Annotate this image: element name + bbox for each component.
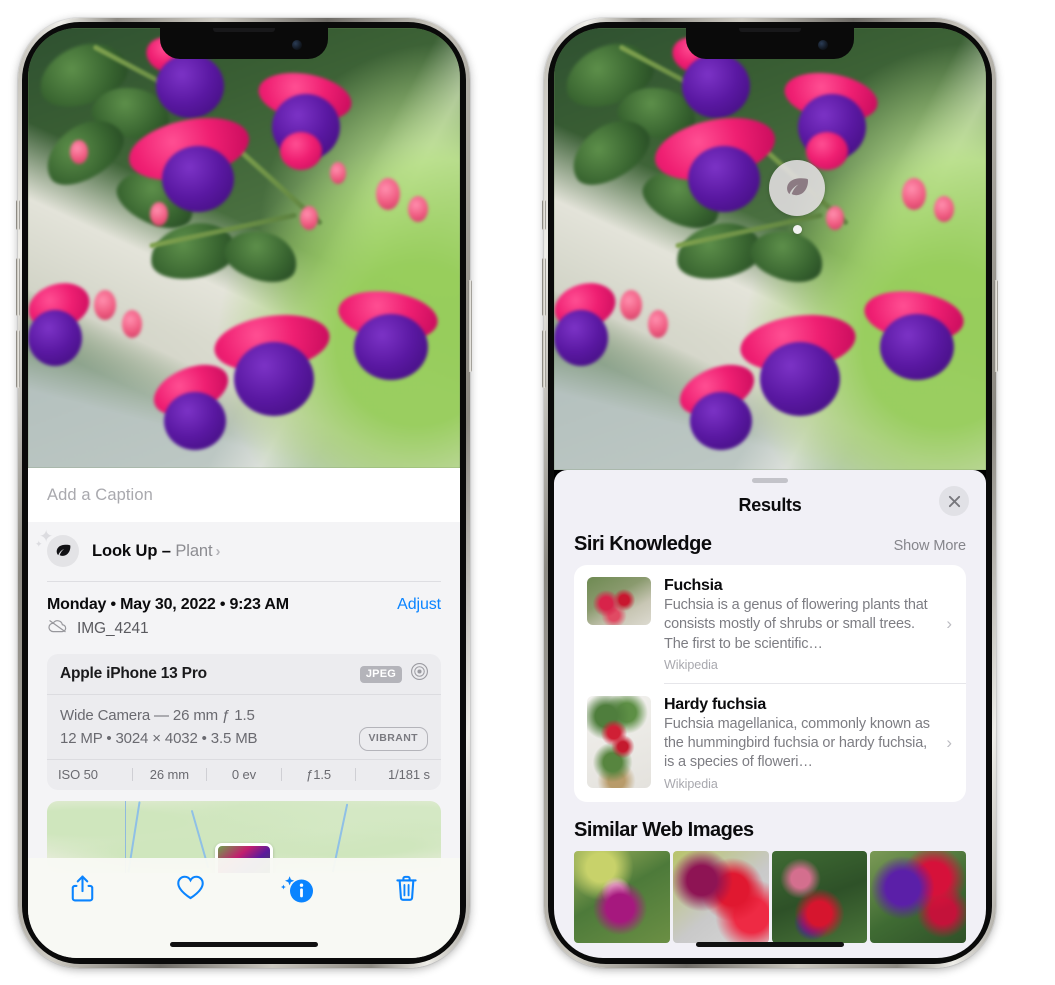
siri-knowledge-card: Fuchsia Fuchsia is a genus of flowering … xyxy=(574,565,966,802)
notch-left xyxy=(160,28,328,59)
trash-icon xyxy=(395,875,417,901)
camera-lens-line: Wide Camera — 26 mm ƒ 1.5 xyxy=(60,707,255,724)
knowledge-item-hardy-fuchsia[interactable]: Hardy fuchsia Fuchsia magellanica, commo… xyxy=(574,684,966,802)
chevron-right-icon: › xyxy=(946,613,952,633)
volume-up-button-left[interactable] xyxy=(16,258,20,316)
knowledge-body: Fuchsia Fuchsia is a genus of flowering … xyxy=(664,577,953,672)
visual-lookup-leaf-badge[interactable] xyxy=(769,160,825,234)
knowledge-description: Fuchsia magellanica, commonly known as t… xyxy=(664,715,930,771)
front-camera-left xyxy=(292,40,302,50)
knowledge-body: Hardy fuchsia Fuchsia magellanica, commo… xyxy=(664,696,953,791)
camera-specs-row: 12 MP • 3024 × 4032 • 3.5 MB VIBRANT xyxy=(60,727,428,751)
knowledge-title: Hardy fuchsia xyxy=(664,695,766,713)
look-up-row[interactable]: ✦ ✦ Look Up – Plant › xyxy=(28,522,460,581)
exif-exposure-value: 0 ev xyxy=(231,766,257,782)
fuchsia-web-image-2[interactable] xyxy=(672,850,769,943)
delete-button[interactable] xyxy=(352,874,460,903)
notch-right xyxy=(686,28,854,59)
date-row: Monday • May 30, 2022 • 9:23 AM Adjust xyxy=(28,582,460,617)
screen-right: Results Siri Knowledge Show More Fuchsia… xyxy=(554,28,986,958)
knowledge-title: Fuchsia xyxy=(664,577,723,594)
photo-info-sheet: Add a Caption ✦ ✦ Look Up – Plant › Mond… xyxy=(28,468,460,958)
exif-row: ISO 50 26 mm 0 ev ƒ1.5 1/181 s xyxy=(47,758,441,790)
knowledge-item-fuchsia[interactable]: Fuchsia Fuchsia is a genus of flowering … xyxy=(574,565,966,683)
chevron-right-icon: › xyxy=(946,732,952,752)
results-header: Results xyxy=(554,483,986,527)
close-button[interactable] xyxy=(939,486,969,516)
siri-knowledge-header: Siri Knowledge Show More xyxy=(554,527,986,565)
similar-web-images-header: Similar Web Images xyxy=(554,802,986,851)
camera-header-right: JPEG xyxy=(359,662,429,686)
close-icon xyxy=(948,495,960,507)
lookup-anchor-dot xyxy=(792,225,802,234)
look-up-label: Look Up – Plant › xyxy=(92,542,220,561)
look-up-icon-group: ✦ ✦ xyxy=(35,528,79,567)
exif-iso: ISO 50 xyxy=(58,766,98,782)
show-more-button[interactable]: Show More xyxy=(894,538,967,554)
cloud-slash-icon xyxy=(47,618,68,639)
caption-input[interactable]: Add a Caption xyxy=(47,486,441,505)
fuchsia-web-image-4[interactable] xyxy=(870,850,966,943)
leaf-icon xyxy=(47,535,79,567)
look-up-subject: Plant xyxy=(175,541,213,560)
earpiece-speaker-right xyxy=(739,28,801,32)
similar-web-images-strip[interactable] xyxy=(554,850,986,943)
sparkle-small-icon: ✦ xyxy=(35,539,43,549)
heart-icon xyxy=(176,875,204,900)
photo-viewer-left[interactable] xyxy=(28,28,460,468)
share-button[interactable] xyxy=(28,874,136,903)
volume-up-button-right[interactable] xyxy=(542,258,546,316)
power-button-right[interactable] xyxy=(994,280,998,372)
camera-specs-line: 12 MP • 3024 × 4032 • 3.5 MB xyxy=(60,730,258,748)
power-button-left[interactable] xyxy=(468,280,472,372)
home-indicator-left[interactable] xyxy=(170,942,318,947)
volume-down-button-right[interactable] xyxy=(542,330,546,388)
photo-date: Monday • May 30, 2022 • 9:23 AM xyxy=(47,596,289,613)
camera-header: Apple iPhone 13 Pro JPEG xyxy=(47,654,441,695)
favorite-button[interactable] xyxy=(136,874,244,901)
photo-viewer-right[interactable] xyxy=(554,28,986,470)
camera-model: Apple iPhone 13 Pro xyxy=(60,665,207,682)
camera-info-card: Apple iPhone 13 Pro JPEG Wide Camera — 2… xyxy=(47,654,441,790)
mute-switch-right[interactable] xyxy=(542,200,546,230)
knowledge-thumbnail xyxy=(587,577,651,625)
info-button[interactable] xyxy=(244,874,352,905)
home-indicator-right[interactable] xyxy=(696,942,844,947)
fuchsia-web-image-3[interactable] xyxy=(771,850,868,943)
front-camera-right xyxy=(818,40,828,50)
format-badge: JPEG xyxy=(359,665,402,683)
knowledge-thumbnail xyxy=(587,695,651,788)
iphone-right: Results Siri Knowledge Show More Fuchsia… xyxy=(542,18,998,968)
results-title: Results xyxy=(738,494,802,515)
knowledge-source: Wikipedia xyxy=(664,657,718,672)
earpiece-speaker-left xyxy=(213,28,275,32)
exif-aperture: ƒ1.5 xyxy=(306,766,332,782)
look-up-prefix: Look Up – xyxy=(92,541,176,560)
fuchsia-web-image-1[interactable] xyxy=(574,850,670,943)
siri-knowledge-title: Siri Knowledge xyxy=(574,533,712,555)
photographic-style-badge: VIBRANT xyxy=(358,727,428,751)
exif-focal-length: 26 mm xyxy=(149,766,189,782)
results-sheet: Results Siri Knowledge Show More Fuchsia… xyxy=(554,470,986,958)
knowledge-source: Wikipedia xyxy=(664,776,718,791)
camera-body: Wide Camera — 26 mm ƒ 1.5 12 MP • 3024 ×… xyxy=(47,695,441,759)
volume-down-button-left[interactable] xyxy=(16,330,20,388)
chevron-right-icon: › xyxy=(215,542,221,560)
similar-web-images-title: Similar Web Images xyxy=(574,818,754,841)
iphone-left: Add a Caption ✦ ✦ Look Up – Plant › Mond… xyxy=(16,18,472,968)
leaf-icon[interactable] xyxy=(769,160,825,216)
adjust-button[interactable]: Adjust xyxy=(397,596,441,614)
caption-row[interactable]: Add a Caption xyxy=(28,468,460,522)
share-icon xyxy=(71,875,93,902)
mute-switch-left[interactable] xyxy=(16,200,20,230)
file-row: IMG_4241 xyxy=(28,617,460,651)
photo-filename: IMG_4241 xyxy=(77,619,149,637)
knowledge-description: Fuchsia is a genus of flowering plants t… xyxy=(664,597,928,652)
exif-shutter-speed: 1/181 s xyxy=(388,766,430,782)
info-sparkle-icon xyxy=(281,876,313,903)
aperture-icon xyxy=(410,662,429,686)
screen-left: Add a Caption ✦ ✦ Look Up – Plant › Mond… xyxy=(28,28,460,958)
